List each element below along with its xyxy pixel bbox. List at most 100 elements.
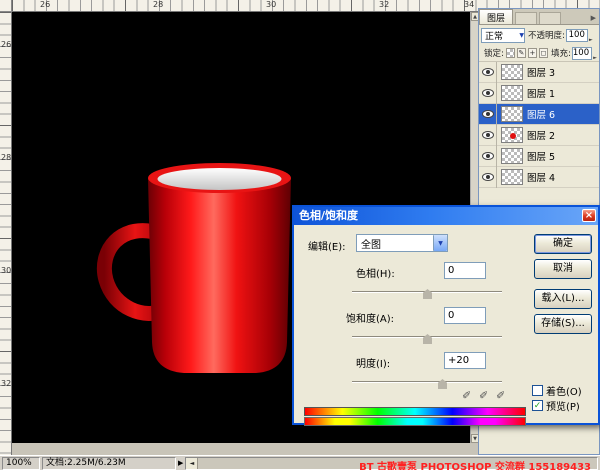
blend-mode-select[interactable]: 正常 [481, 28, 525, 43]
layer-row-selected[interactable]: 图层 6 [479, 104, 599, 125]
visibility-toggle[interactable] [479, 83, 497, 104]
visibility-toggle[interactable] [479, 104, 497, 125]
opacity-slider-icon[interactable] [588, 26, 593, 45]
eyedropper-icon[interactable] [462, 389, 475, 402]
eyedropper-plus-icon[interactable] [479, 389, 492, 402]
dialog-title: 色相/饱和度 [299, 209, 358, 222]
status-bar: 100% 文档:2.25M/6.23M ▶ ◄ BT 古歌壹泵 PHOTOSHO… [0, 455, 600, 470]
panel-menu-icon[interactable]: ▶ [591, 14, 599, 24]
layer-name[interactable]: 图层 4 [527, 170, 555, 184]
colorize-checkbox[interactable]: 着色(O) [532, 383, 582, 398]
lock-row: 锁定: ✎ + ◻ 填充: 100 [479, 45, 599, 62]
edit-select-value: 全图 [361, 236, 381, 251]
saturation-input[interactable] [444, 307, 486, 324]
document-size-info: 文档:2.25M/6.23M [42, 457, 176, 470]
ruler-number: 26 [1, 40, 11, 49]
layer-name[interactable]: 图层 3 [527, 65, 555, 79]
watermark-text: BT 古歌壹泵 PHOTOSHOP 交流群 155189433 [359, 458, 591, 470]
layer-row[interactable]: 图层 4 [479, 167, 599, 188]
opacity-value[interactable]: 100 [566, 29, 588, 42]
tab-stub[interactable] [539, 12, 561, 24]
blend-mode-value: 正常 [485, 29, 503, 42]
layer-name[interactable]: 图层 2 [527, 128, 555, 142]
ruler-corner [0, 0, 12, 12]
fill-value[interactable]: 100 [572, 47, 592, 60]
layer-thumbnail[interactable] [501, 64, 523, 80]
eye-icon [482, 89, 494, 97]
layer-thumbnail[interactable] [501, 148, 523, 164]
fill-label: 填充: [551, 47, 571, 59]
save-button[interactable]: 存储(S)... [534, 314, 592, 334]
eye-icon [482, 173, 494, 181]
checkbox-checked-icon [532, 400, 543, 411]
blend-mode-row: 正常 不透明度: 100 [479, 25, 599, 45]
lock-image-icon[interactable]: ✎ [517, 48, 526, 58]
load-button[interactable]: 载入(L)... [534, 289, 592, 309]
visibility-toggle[interactable] [479, 167, 497, 188]
ruler-number: 30 [266, 0, 276, 9]
lightness-slider[interactable] [352, 377, 502, 389]
visibility-toggle[interactable] [479, 125, 497, 146]
eyedropper-minus-icon[interactable] [496, 389, 509, 402]
ruler-number: 30 [1, 266, 11, 275]
lightness-label: 明度(I): [356, 355, 390, 370]
layers-panel-tabs: 图层 ▶ [479, 9, 599, 25]
layer-row[interactable]: 图层 2 [479, 125, 599, 146]
hue-slider[interactable] [352, 287, 502, 299]
ruler-number: 28 [1, 153, 11, 162]
hue-saturation-dialog: 色相/饱和度 × 编辑(E): 全图 色相(H): 饱和度(A): 明度(I): [292, 205, 600, 425]
hue-input[interactable] [444, 262, 486, 279]
saturation-slider[interactable] [352, 332, 502, 344]
status-menu-icon[interactable]: ▶ [178, 459, 183, 467]
layer-list: 图层 3 图层 1 图层 6 图层 2 图层 5 [479, 62, 599, 188]
colorize-label: 着色(O) [546, 383, 582, 398]
ruler-number: 28 [153, 0, 163, 9]
eye-icon [482, 68, 494, 76]
close-icon[interactable]: × [582, 209, 596, 222]
layer-row[interactable]: 图层 5 [479, 146, 599, 167]
hue-gradient-bar-bottom [304, 417, 526, 426]
layer-thumbnail[interactable] [501, 85, 523, 101]
chevron-down-icon [519, 30, 524, 40]
layer-thumbnail[interactable] [501, 106, 523, 122]
layer-row[interactable]: 图层 1 [479, 83, 599, 104]
scroll-left-icon[interactable]: ◄ [186, 458, 198, 469]
zoom-level-field[interactable]: 100% [2, 457, 40, 470]
lock-all-icon[interactable]: ◻ [539, 48, 548, 58]
dialog-titlebar[interactable]: 色相/饱和度 × [294, 207, 598, 225]
saturation-label: 饱和度(A): [346, 310, 394, 325]
eyedropper-group [462, 389, 509, 402]
edit-label: 编辑(E): [308, 238, 346, 253]
slider-track [352, 381, 502, 383]
hue-label: 色相(H): [356, 265, 395, 280]
preview-label: 预览(P) [546, 398, 580, 413]
preview-checkbox[interactable]: 预览(P) [532, 398, 580, 413]
lock-label: 锁定: [484, 47, 504, 59]
layer-thumbnail[interactable] [501, 127, 523, 143]
chevron-down-icon [433, 235, 447, 251]
cancel-button[interactable]: 取消 [534, 259, 592, 279]
eye-icon [482, 131, 494, 139]
lock-position-icon[interactable]: + [528, 48, 537, 58]
layer-thumbnail[interactable] [501, 169, 523, 185]
visibility-toggle[interactable] [479, 62, 497, 83]
ruler-number: 26 [40, 0, 50, 9]
lightness-input[interactable] [444, 352, 486, 369]
ruler-number: 34 [464, 0, 474, 9]
fill-slider-icon[interactable] [592, 45, 597, 62]
ok-button[interactable]: 确定 [534, 234, 592, 254]
layer-name[interactable]: 图层 5 [527, 149, 555, 163]
tab-layers[interactable]: 图层 [479, 9, 513, 24]
layer-row[interactable]: 图层 3 [479, 62, 599, 83]
horizontal-scrollbar[interactable]: ◄ BT 古歌壹泵 PHOTOSHOP 交流群 155189433 [185, 457, 598, 470]
ruler-number: 32 [379, 0, 389, 9]
eye-icon [482, 110, 494, 118]
visibility-toggle[interactable] [479, 146, 497, 167]
layer-name[interactable]: 图层 1 [527, 86, 555, 100]
lock-transparency-icon[interactable] [506, 48, 515, 58]
photoshop-window: 26 28 30 32 34 26 28 30 32 [0, 0, 600, 470]
tab-stub[interactable] [515, 12, 537, 24]
edit-select[interactable]: 全图 [356, 234, 448, 252]
eye-icon [482, 152, 494, 160]
layer-name[interactable]: 图层 6 [527, 107, 555, 121]
